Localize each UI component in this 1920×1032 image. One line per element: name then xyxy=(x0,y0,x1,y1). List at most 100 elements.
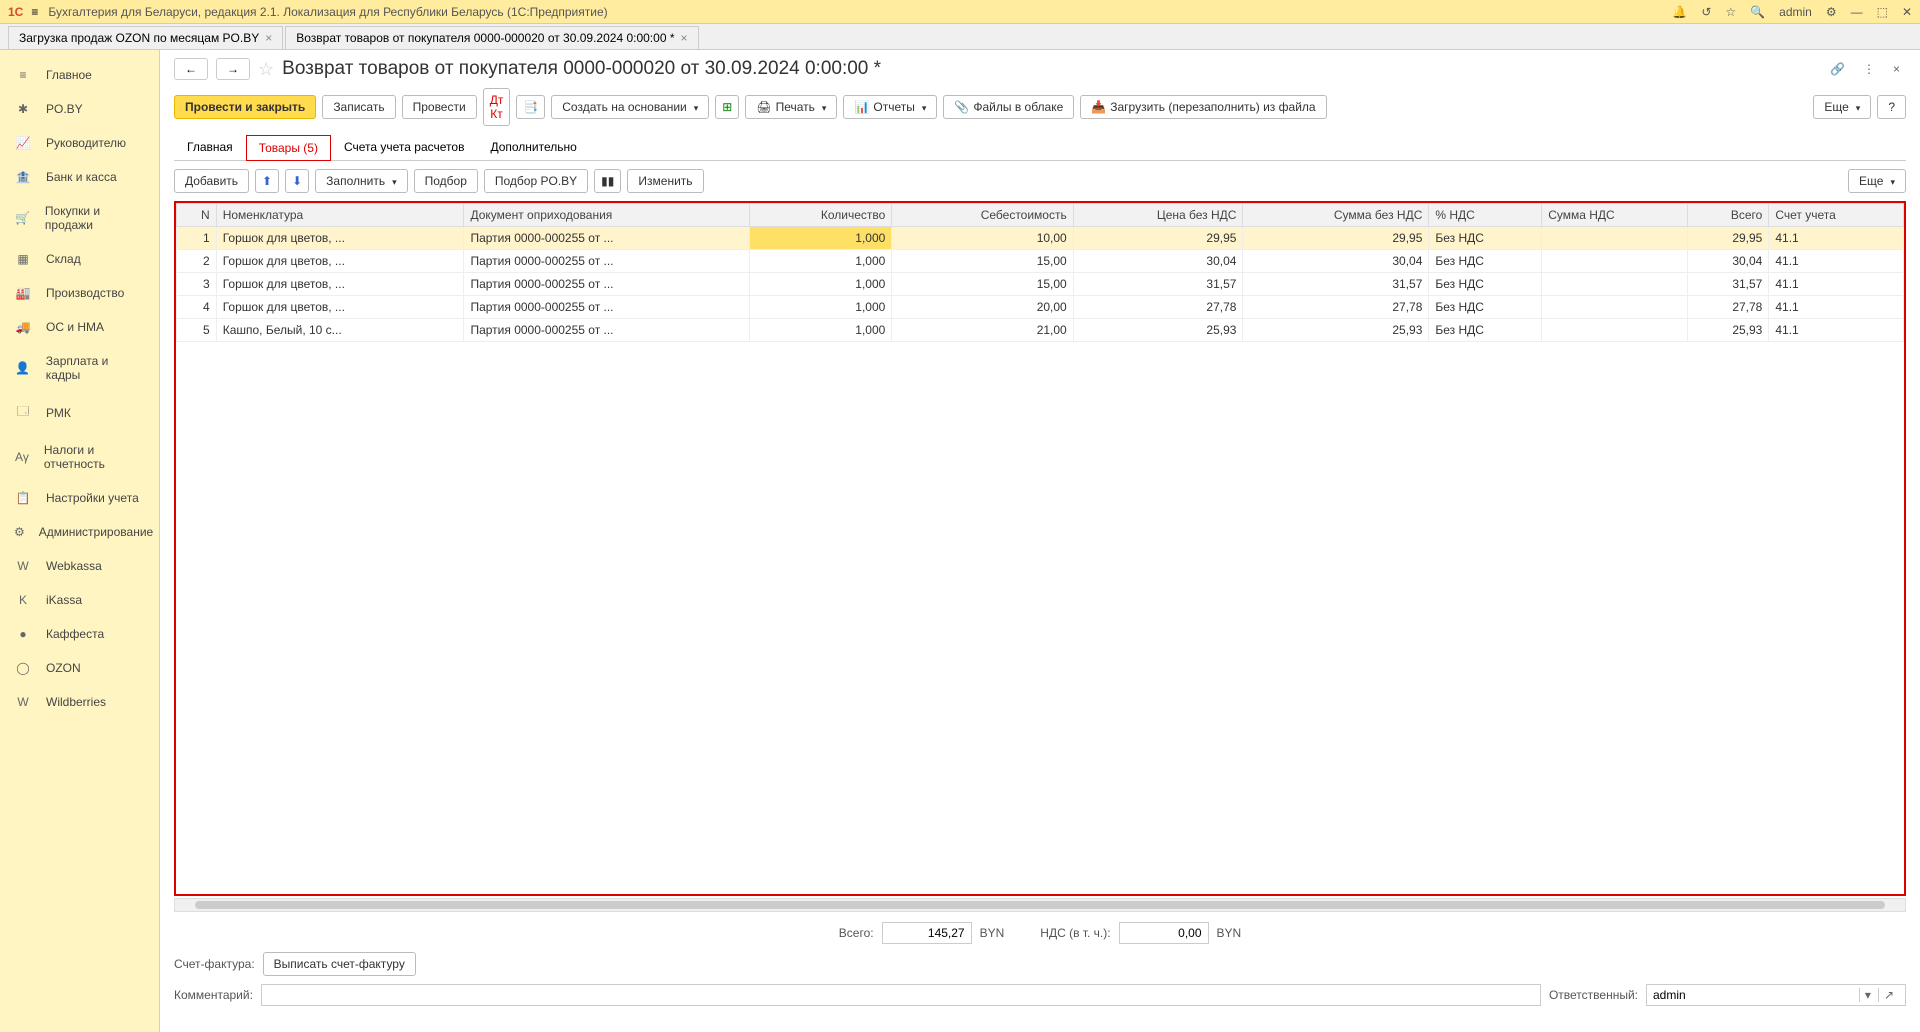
excel-icon[interactable]: ⊞ xyxy=(715,95,739,119)
help-button[interactable]: ? xyxy=(1877,95,1906,119)
table-cell[interactable]: 1,000 xyxy=(750,250,892,273)
table-cell[interactable]: Партия 0000-000255 от ... xyxy=(464,250,750,273)
print-button[interactable]: 🖨 Печать xyxy=(745,95,837,119)
select-button[interactable]: Подбор xyxy=(414,169,478,193)
table-cell[interactable]: 41.1 xyxy=(1769,250,1904,273)
table-cell[interactable] xyxy=(1542,319,1688,342)
table-cell[interactable] xyxy=(1542,296,1688,319)
table-cell[interactable]: 41.1 xyxy=(1769,273,1904,296)
menu-icon[interactable]: ≡ xyxy=(31,5,38,19)
table-cell[interactable]: 29,95 xyxy=(1687,227,1768,250)
table-cell[interactable]: Партия 0000-000255 от ... xyxy=(464,273,750,296)
table-cell[interactable]: Без НДС xyxy=(1429,273,1542,296)
create-based-button[interactable]: Создать на основании xyxy=(551,95,709,119)
column-header[interactable]: N xyxy=(177,204,217,227)
sidebar-item[interactable]: ●Каффеста xyxy=(0,617,159,651)
table-cell[interactable]: 1,000 xyxy=(750,227,892,250)
table-cell[interactable]: 41.1 xyxy=(1769,296,1904,319)
table-row[interactable]: 4Горшок для цветов, ...Партия 0000-00025… xyxy=(177,296,1904,319)
table-cell[interactable]: Партия 0000-000255 от ... xyxy=(464,296,750,319)
table-cell[interactable]: 1,000 xyxy=(750,319,892,342)
sidebar-item[interactable]: ✱PO.BY xyxy=(0,92,159,126)
minimize-icon[interactable]: — xyxy=(1851,5,1863,19)
table-cell[interactable]: 5 xyxy=(177,319,217,342)
open-icon[interactable]: ↗ xyxy=(1878,988,1899,1002)
table-row[interactable]: 1Горшок для цветов, ...Партия 0000-00025… xyxy=(177,227,1904,250)
link-icon[interactable]: 🔗 xyxy=(1824,58,1851,80)
sidebar-item[interactable]: 📋Настройки учета xyxy=(0,481,159,515)
comment-input[interactable] xyxy=(261,984,1541,1006)
move-down-icon[interactable]: ⬇ xyxy=(285,169,309,193)
table-row[interactable]: 5Кашпо, Белый, 10 с...Партия 0000-000255… xyxy=(177,319,1904,342)
column-header[interactable]: % НДС xyxy=(1429,204,1542,227)
sidebar-item[interactable]: ΑγНалоги и отчетность xyxy=(0,433,159,481)
table-cell[interactable]: 27,78 xyxy=(1073,296,1243,319)
files-cloud-button[interactable]: 📎 Файлы в облаке xyxy=(943,95,1074,119)
table-cell[interactable]: 15,00 xyxy=(892,273,1073,296)
sidebar-item[interactable]: ◯OZON xyxy=(0,651,159,685)
column-header[interactable]: Всего xyxy=(1687,204,1768,227)
table-cell[interactable]: 21,00 xyxy=(892,319,1073,342)
table-cell[interactable]: 29,95 xyxy=(1073,227,1243,250)
table-cell[interactable]: 31,57 xyxy=(1687,273,1768,296)
sidebar-item[interactable]: 🏭Производство xyxy=(0,276,159,310)
table-cell[interactable]: Без НДС xyxy=(1429,227,1542,250)
table-cell[interactable]: Горшок для цветов, ... xyxy=(216,227,464,250)
user-label[interactable]: admin xyxy=(1779,5,1812,19)
sidebar-item[interactable]: ▦Склад xyxy=(0,242,159,276)
structure-icon[interactable]: 📑 xyxy=(516,95,545,119)
column-header[interactable]: Сумма без НДС xyxy=(1243,204,1429,227)
table-cell[interactable]: 15,00 xyxy=(892,250,1073,273)
fill-button[interactable]: Заполнить xyxy=(315,169,407,193)
settings-icon[interactable]: ⚙ xyxy=(1826,5,1837,19)
column-header[interactable]: Номенклатура xyxy=(216,204,464,227)
table-cell[interactable]: Горшок для цветов, ... xyxy=(216,273,464,296)
table-cell[interactable]: 4 xyxy=(177,296,217,319)
table-cell[interactable]: 41.1 xyxy=(1769,319,1904,342)
table-cell[interactable]: Горшок для цветов, ... xyxy=(216,296,464,319)
column-header[interactable]: Цена без НДС xyxy=(1073,204,1243,227)
tab-main[interactable]: Главная xyxy=(174,134,246,160)
table-cell[interactable]: 1 xyxy=(177,227,217,250)
barcode-icon[interactable]: ▮▮ xyxy=(594,169,621,193)
window-tab[interactable]: Возврат товаров от покупателя 0000-00002… xyxy=(285,26,698,49)
window-tab[interactable]: Загрузка продаж OZON по месяцам PO.BY × xyxy=(8,26,283,49)
dtkt-icon[interactable]: ДтКт xyxy=(483,88,511,126)
more-icon[interactable]: ⋮ xyxy=(1857,58,1881,80)
table-cell[interactable]: 30,04 xyxy=(1687,250,1768,273)
load-file-button[interactable]: 📥 Загрузить (перезаполнить) из файла xyxy=(1080,95,1326,119)
select-poby-button[interactable]: Подбор PO.BY xyxy=(484,169,588,193)
table-cell[interactable]: Без НДС xyxy=(1429,296,1542,319)
table-cell[interactable]: 30,04 xyxy=(1073,250,1243,273)
table-cell[interactable]: Партия 0000-000255 от ... xyxy=(464,319,750,342)
close-page-icon[interactable]: × xyxy=(1887,58,1906,80)
table-cell[interactable]: 41.1 xyxy=(1769,227,1904,250)
table-cell[interactable]: 25,93 xyxy=(1687,319,1768,342)
move-up-icon[interactable]: ⬆ xyxy=(255,169,279,193)
horizontal-scrollbar[interactable] xyxy=(174,898,1906,912)
table-row[interactable]: 2Горшок для цветов, ...Партия 0000-00025… xyxy=(177,250,1904,273)
tab-accounts[interactable]: Счета учета расчетов xyxy=(331,134,477,160)
search-icon[interactable]: 🔍 xyxy=(1750,5,1765,19)
table-cell[interactable] xyxy=(1542,227,1688,250)
table-cell[interactable]: 1,000 xyxy=(750,296,892,319)
table-cell[interactable]: 3 xyxy=(177,273,217,296)
sidebar-item[interactable]: ≡Главное xyxy=(0,58,159,92)
sidebar-item[interactable]: 🗔РМК xyxy=(0,392,159,433)
table-cell[interactable]: 31,57 xyxy=(1073,273,1243,296)
sidebar-item[interactable]: 👤Зарплата и кадры xyxy=(0,344,159,392)
table-cell[interactable]: 31,57 xyxy=(1243,273,1429,296)
sidebar-item[interactable]: 🛒Покупки и продажи xyxy=(0,194,159,242)
column-header[interactable]: Документ оприходования xyxy=(464,204,750,227)
post-close-button[interactable]: Провести и закрыть xyxy=(174,95,316,119)
sub-more-button[interactable]: Еще xyxy=(1848,169,1906,193)
column-header[interactable]: Счет учета xyxy=(1769,204,1904,227)
responsible-combo[interactable]: ▾ ↗ xyxy=(1646,984,1906,1006)
table-cell[interactable] xyxy=(1542,273,1688,296)
table-cell[interactable]: Партия 0000-000255 от ... xyxy=(464,227,750,250)
reports-button[interactable]: 📊 Отчеты xyxy=(843,95,937,119)
sidebar-item[interactable]: 🚚ОС и НМА xyxy=(0,310,159,344)
close-icon[interactable]: ✕ xyxy=(1902,5,1912,19)
table-cell[interactable]: 27,78 xyxy=(1243,296,1429,319)
edit-button[interactable]: Изменить xyxy=(627,169,703,193)
